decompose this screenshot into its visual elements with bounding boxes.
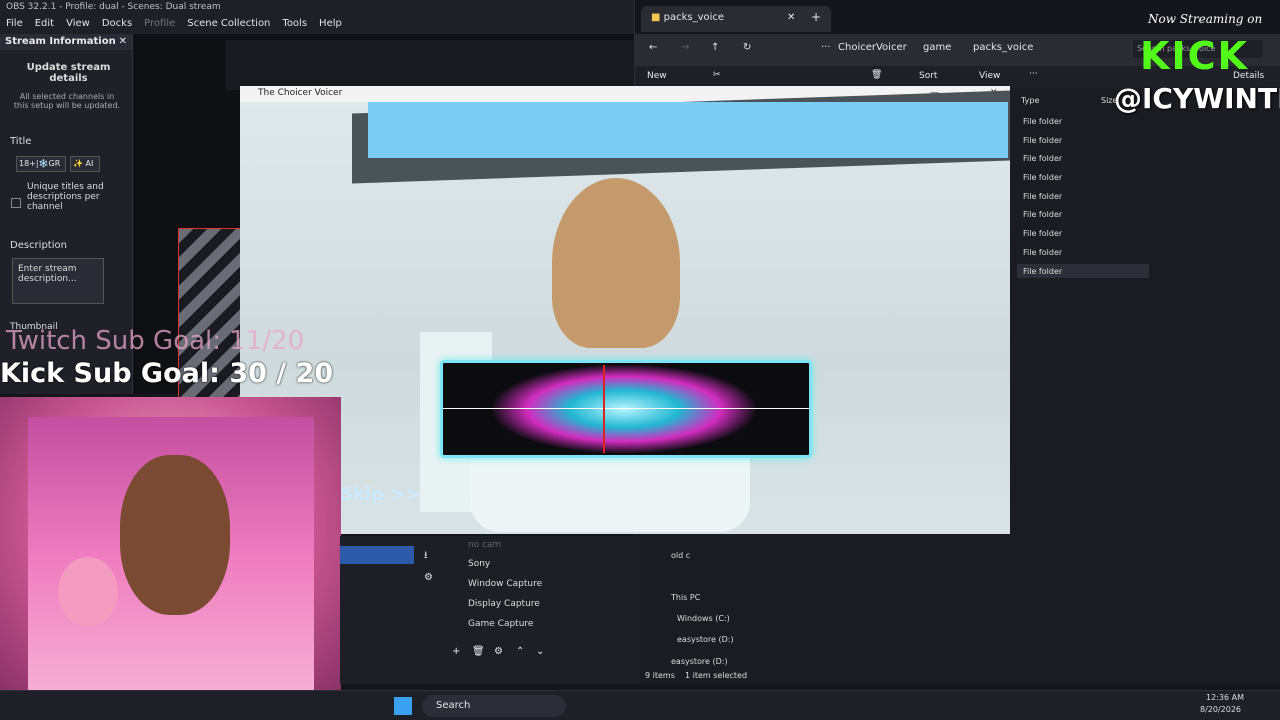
nav-easystore-d[interactable]: easystore (D:): [677, 635, 734, 644]
taskbar-search[interactable]: Search: [422, 695, 566, 717]
kick-streaming-overlay: Now Streaming on KICK @ICYWINTRR: [1108, 4, 1280, 122]
folder-icon: ■: [651, 12, 661, 23]
status-selected: 1 item selected: [685, 671, 748, 680]
breadcrumb-choicervoicer[interactable]: ChoicerVoicer: [838, 42, 907, 53]
obs-title: OBS 32.2.1 - Profile: dual - Scenes: Dua…: [6, 2, 221, 12]
close-tab-icon[interactable]: ✕: [787, 12, 795, 23]
source-settings-icon[interactable]: ⚙: [494, 646, 503, 657]
refresh-icon[interactable]: ↻: [743, 42, 751, 53]
monitor-screen: [368, 102, 1008, 158]
file-row[interactable]: File folder: [1023, 173, 1062, 182]
back-icon[interactable]: ←: [649, 42, 657, 53]
menu-file[interactable]: File: [6, 18, 23, 32]
start-icon[interactable]: [394, 697, 412, 715]
file-row[interactable]: File folder: [1023, 248, 1062, 257]
source-row-selected[interactable]: [340, 546, 414, 564]
file-row[interactable]: File folder: [1023, 192, 1062, 201]
source-no-cam[interactable]: no cam: [468, 540, 501, 550]
update-note: All selected channels in this setup will…: [13, 92, 121, 110]
waveform-baseline: [443, 408, 809, 409]
menu-profile[interactable]: Profile: [144, 18, 175, 32]
file-row-selected[interactable]: File folder: [1017, 264, 1149, 278]
menu-scene-collection[interactable]: Scene Collection: [187, 18, 270, 32]
source-game-capture[interactable]: Game Capture: [468, 619, 533, 629]
menu-docks[interactable]: Docks: [102, 18, 132, 32]
kick-logo: KICK: [1140, 34, 1249, 78]
kick-handle: @ICYWINTRR: [1114, 82, 1280, 115]
webcam-feed: [0, 397, 341, 717]
up-icon[interactable]: ↑: [711, 42, 719, 53]
source-window-capture[interactable]: Window Capture: [468, 579, 542, 589]
nav-old-c[interactable]: old c: [671, 551, 690, 560]
new-tab-icon[interactable]: +: [811, 10, 821, 24]
now-streaming-text: Now Streaming on: [1148, 12, 1263, 26]
description-label: Description: [10, 240, 67, 251]
breadcrumb-game[interactable]: game: [923, 42, 951, 53]
file-row[interactable]: File folder: [1023, 210, 1062, 219]
forward-icon[interactable]: →: [681, 42, 689, 53]
twitch-sub-goal: Twitch Sub Goal: 11/20: [6, 326, 305, 356]
menu-edit[interactable]: Edit: [35, 18, 54, 32]
more-icon[interactable]: ···: [1029, 69, 1038, 79]
move-up-icon[interactable]: ⌃: [516, 646, 524, 657]
waveform-bars: [493, 365, 755, 453]
breadcrumb-packs-voice[interactable]: packs_voice: [973, 42, 1033, 53]
file-row[interactable]: File folder: [1023, 117, 1062, 126]
source-sony[interactable]: Sony: [468, 559, 490, 569]
skip-button[interactable]: Skip >>: [340, 484, 420, 505]
more-path-icon[interactable]: ···: [821, 42, 831, 53]
menu-view[interactable]: View: [66, 18, 90, 32]
playhead[interactable]: [603, 365, 605, 453]
file-row[interactable]: File folder: [1023, 136, 1062, 145]
webcam-inner: [28, 417, 314, 695]
move-down-icon[interactable]: ⌄: [536, 646, 544, 657]
explorer-tab[interactable]: ■ packs_voice ✕: [641, 6, 831, 32]
source-display-capture[interactable]: Display Capture: [468, 599, 540, 609]
download-icon[interactable]: ⭳: [424, 548, 428, 565]
menu-tools[interactable]: Tools: [282, 18, 307, 32]
update-heading: Update stream details: [26, 62, 111, 84]
status-items: 9 items: [645, 671, 675, 680]
title-input[interactable]: 18+|❄️GR: [16, 156, 66, 172]
menu-help[interactable]: Help: [319, 18, 342, 32]
nav-windows-c[interactable]: Windows (C:): [677, 614, 730, 623]
unique-label: Unique titles and descriptions per chann…: [27, 182, 104, 212]
kick-sub-goal: Kick Sub Goal: 30 / 20: [0, 358, 334, 389]
description-input[interactable]: Enter stream description...: [12, 258, 104, 304]
nested-obs-capture: [225, 40, 635, 90]
choicer-voicer-window: The Choicer Voicer — ✕: [240, 86, 1010, 534]
obs-sources-panel: ⭳ ⚙ no cam Sony Window Capture Display C…: [340, 536, 640, 684]
game-title: The Choicer Voicer: [258, 88, 343, 98]
sort-button[interactable]: Sort: [919, 71, 937, 81]
obs-menu-bar: File Edit View Docks Profile Scene Colle…: [0, 16, 640, 34]
file-row[interactable]: File folder: [1023, 229, 1062, 238]
view-button[interactable]: View: [979, 71, 1000, 81]
delete-icon[interactable]: 🗑: [871, 70, 882, 80]
column-type[interactable]: Type: [1021, 96, 1039, 105]
nav-easystore-d[interactable]: easystore (D:): [671, 657, 728, 666]
waveform-display: [440, 360, 812, 458]
cardboard-figure: [552, 178, 680, 348]
delete-source-icon[interactable]: 🗑: [472, 646, 485, 657]
tab-title: packs_voice: [663, 12, 725, 23]
cut-icon[interactable]: ✂: [713, 70, 721, 80]
clock-time[interactable]: 12:36 AM: [1206, 693, 1244, 702]
ai-button[interactable]: ✨ AI: [70, 156, 100, 172]
stream-info-header: Stream Information ✕: [0, 34, 132, 50]
close-icon[interactable]: ✕: [119, 36, 127, 48]
obs-title-bar: OBS 32.2.1 - Profile: dual - Scenes: Dua…: [0, 0, 640, 16]
clock-date[interactable]: 8/20/2026: [1200, 705, 1241, 714]
file-row[interactable]: File folder: [1023, 154, 1062, 163]
nav-this-pc[interactable]: This PC: [671, 593, 700, 602]
unique-checkbox[interactable]: [11, 198, 21, 208]
game-3d-scene: [240, 90, 1010, 534]
add-source-icon[interactable]: +: [452, 646, 460, 657]
title-label: Title: [10, 136, 32, 147]
stream-info-title: Stream Information: [5, 36, 116, 47]
streamer-face: [120, 455, 230, 615]
gear-icon[interactable]: ⚙: [424, 572, 433, 583]
pink-microphone: [58, 557, 118, 627]
windows-taskbar: Search 12:36 AM 8/20/2026: [0, 690, 1280, 720]
new-button[interactable]: New: [647, 71, 667, 81]
